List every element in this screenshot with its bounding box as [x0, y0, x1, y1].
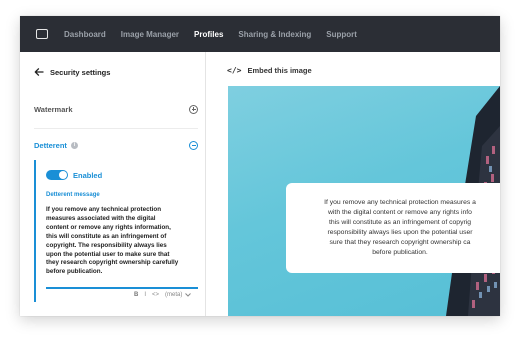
- enabled-toggle[interactable]: [46, 170, 68, 180]
- enabled-toggle-row: Enabled: [46, 170, 102, 180]
- nav-sharing-indexing[interactable]: Sharing & Indexing: [238, 30, 311, 39]
- image-preview: If you remove any technical protection m…: [228, 86, 500, 316]
- meta-dropdown[interactable]: (meta): [165, 292, 182, 298]
- deterrent-label-wrap: Detterent i: [34, 141, 78, 150]
- italic-button[interactable]: I: [144, 292, 146, 298]
- plus-circle-icon[interactable]: [189, 104, 198, 114]
- deterrent-label: Detterent: [34, 140, 67, 150]
- embed-title: Embed this image: [247, 65, 312, 75]
- nav-dashboard[interactable]: Dashboard: [64, 30, 106, 39]
- code-button[interactable]: <>: [152, 292, 159, 298]
- code-icon: </>: [227, 65, 242, 75]
- sidebar-title: Security settings: [50, 67, 111, 77]
- nav-image-manager[interactable]: Image Manager: [121, 30, 179, 39]
- security-sidebar: Security settings Watermark Detterent i …: [20, 52, 206, 316]
- format-toolbar: B I <> (meta): [134, 292, 192, 298]
- nav-support[interactable]: Support: [326, 30, 357, 39]
- message-label: Detterent message: [46, 192, 100, 198]
- deterrent-message-textarea[interactable]: If you remove any technical protection m…: [46, 206, 194, 277]
- deterrent-overlay-card: If you remove any technical protection m…: [286, 183, 500, 273]
- minus-circle-icon[interactable]: [189, 140, 198, 150]
- toggle-knob: [59, 171, 67, 179]
- deterrent-row[interactable]: Detterent i: [34, 138, 198, 152]
- deterrent-panel: Enabled Detterent message If you remove …: [34, 160, 198, 302]
- toggle-label: Enabled: [73, 170, 103, 180]
- divider: [34, 128, 198, 129]
- watermark-label: Watermark: [34, 104, 73, 114]
- sidebar-header: Security settings: [20, 52, 205, 92]
- logo-icon[interactable]: [36, 29, 48, 39]
- chevron-down-icon[interactable]: [185, 293, 192, 297]
- app-window: Dashboard Image Manager Profiles Sharing…: [20, 16, 500, 316]
- textarea-underline: [46, 287, 198, 289]
- embed-panel: </> Embed this image If you remove any t…: [206, 52, 500, 316]
- nav-profiles[interactable]: Profiles: [194, 30, 223, 39]
- embed-header: </> Embed this image: [206, 52, 500, 88]
- watermark-row[interactable]: Watermark: [34, 102, 198, 116]
- back-arrow-icon[interactable]: [34, 67, 44, 77]
- overlay-message: If you remove any technical protection m…: [324, 199, 476, 256]
- top-navigation: Dashboard Image Manager Profiles Sharing…: [20, 16, 500, 52]
- bold-button[interactable]: B: [134, 292, 138, 298]
- info-icon[interactable]: i: [70, 141, 78, 149]
